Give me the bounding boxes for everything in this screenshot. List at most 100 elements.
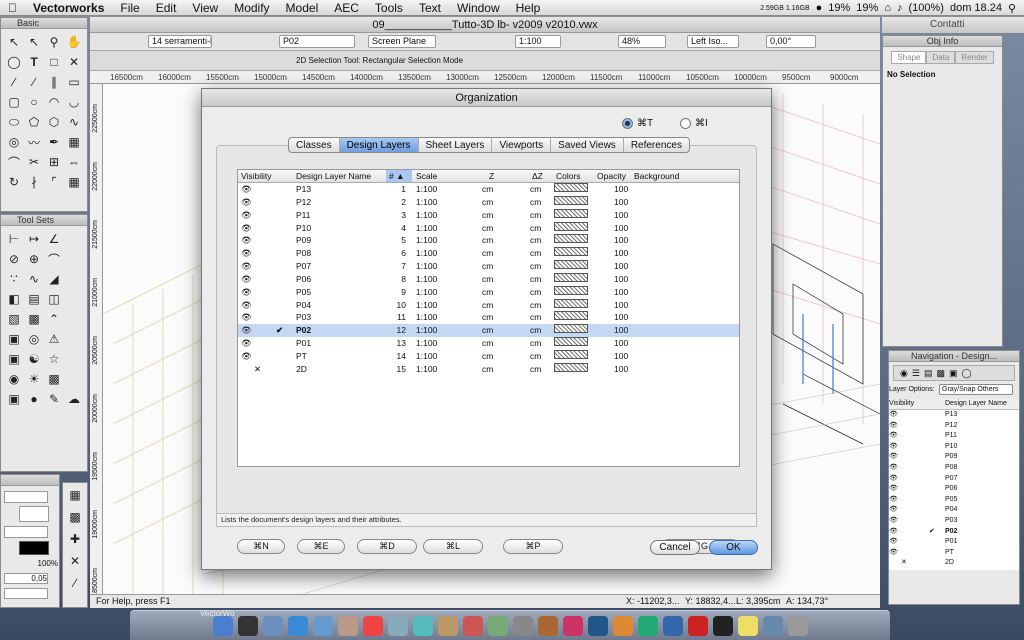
layer-color-swatch[interactable]	[554, 221, 588, 231]
preview-dock-icon[interactable]	[387, 615, 408, 636]
ical-dock-icon[interactable]	[362, 615, 383, 636]
eye-icon[interactable]: 👁	[889, 537, 898, 548]
layer-color-swatch[interactable]	[554, 311, 588, 321]
wifi-icon[interactable]: ⌂	[884, 2, 891, 14]
radial-dimension-icon[interactable]: ⊘	[4, 249, 24, 269]
circle-tool-icon[interactable]: ○	[24, 92, 44, 112]
angle-field[interactable]: 0,00°	[766, 35, 816, 48]
space-icon[interactable]: ▣	[4, 329, 24, 349]
nav-layer-row[interactable]: 👁 P10	[889, 442, 1019, 453]
layer-color-swatch[interactable]	[554, 337, 588, 347]
photo-booth-dock-icon[interactable]	[462, 615, 483, 636]
polygon-tool-icon[interactable]: ⬠	[24, 112, 44, 132]
cancel-button[interactable]: Cancel	[650, 540, 700, 555]
attribute-mapping-icon[interactable]: ▦	[64, 132, 84, 152]
nav-layer-row[interactable]: 👁 P04	[889, 505, 1019, 516]
bridge-dock-icon[interactable]	[537, 615, 558, 636]
eye-icon[interactable]: 👁	[889, 452, 898, 463]
menu-tools[interactable]: Tools	[367, 1, 411, 15]
table-row[interactable]: ✕ 2D 15 1:100 cm cm 100	[238, 362, 739, 376]
connect-icon[interactable]: ⌜	[44, 172, 64, 192]
cloud-icon[interactable]: ☁	[64, 389, 84, 409]
nav-layer-row[interactable]: 👁 P09	[889, 452, 1019, 463]
table-row[interactable]: 👁 P04 10 1:100 cm cm 100	[238, 298, 739, 312]
indesign-dock-icon[interactable]	[562, 615, 583, 636]
split-icon[interactable]: ∤	[24, 172, 44, 192]
ok-button[interactable]: OK	[709, 540, 758, 555]
menu-help[interactable]: Help	[508, 1, 549, 15]
eye-icon[interactable]: 👁	[241, 234, 252, 247]
tab-shape[interactable]: Shape	[891, 51, 927, 64]
opacity-field[interactable]: 100%	[4, 559, 58, 570]
line-tool-icon[interactable]: ∕	[4, 72, 24, 92]
tab-sheet-layers[interactable]: Sheet Layers	[419, 138, 493, 152]
views-tab-icon[interactable]: ▣	[949, 368, 958, 379]
color-shapes-icon[interactable]: ●	[24, 389, 44, 409]
edit-layer-button[interactable]: ⌘E	[297, 539, 345, 554]
eye-icon[interactable]: 👁	[889, 463, 898, 474]
polyline-icon[interactable]: ∿	[64, 112, 84, 132]
scale-field[interactable]: 1:100	[515, 35, 561, 48]
box-3d-icon[interactable]: ▣	[4, 389, 24, 409]
eye-icon[interactable]: 👁	[889, 474, 898, 485]
oval-tool-icon[interactable]: ⬭	[4, 112, 24, 132]
terminal-dock-icon[interactable]	[712, 615, 733, 636]
locus-icon[interactable]: ✕	[64, 52, 84, 72]
camera-icon[interactable]: ▩	[44, 369, 64, 389]
eye-icon[interactable]: 👁	[241, 183, 252, 196]
eye-icon[interactable]: 👁	[241, 196, 252, 209]
eye-icon[interactable]: 👁	[241, 247, 252, 260]
column-icon[interactable]: ◫	[44, 289, 64, 309]
sweep-icon[interactable]: ☯	[24, 349, 44, 369]
spotlight-icon[interactable]: ⚲	[1008, 2, 1016, 15]
vectorworks-dock-icon[interactable]	[662, 615, 683, 636]
quarter-arc-icon[interactable]: ◡	[64, 92, 84, 112]
radio-unselected-icon[interactable]	[680, 118, 691, 129]
layer-color-swatch[interactable]	[554, 298, 588, 308]
acrobat-dock-icon[interactable]	[687, 615, 708, 636]
constrained-line-icon[interactable]: ∕	[24, 72, 44, 92]
eye-icon[interactable]: 👁	[241, 273, 252, 286]
light-icon[interactable]: ☀	[24, 369, 44, 389]
itunes-dock-icon[interactable]	[412, 615, 433, 636]
layer-color-swatch[interactable]	[554, 272, 588, 282]
eye-icon[interactable]: 👁	[241, 324, 252, 337]
tab-data[interactable]: Data	[926, 51, 956, 64]
clip-icon[interactable]: ✂	[24, 152, 44, 172]
arrowhead-select[interactable]	[4, 588, 48, 599]
nav-layer-row[interactable]: 👁 P08	[889, 463, 1019, 474]
freehand-icon[interactable]: 〰	[24, 132, 44, 152]
slab-icon[interactable]: ▩	[24, 309, 44, 329]
paint-icon[interactable]: ✎	[44, 389, 64, 409]
stair-icon[interactable]: ▧	[4, 309, 24, 329]
text-tool-icon[interactable]: T	[24, 52, 44, 72]
center-mark-icon[interactable]: ⊕	[24, 249, 44, 269]
layer-color-swatch[interactable]	[554, 362, 588, 372]
table-row[interactable]: 👁 P01 13 1:100 cm cm 100	[238, 337, 739, 350]
nav-layer-row[interactable]: 👁 P01	[889, 537, 1019, 548]
round-wall-icon[interactable]: ∿	[24, 269, 44, 289]
pan-hand-icon[interactable]: ✋	[64, 32, 84, 52]
selection-tool-icon[interactable]: ↖	[4, 32, 24, 52]
rectangle-tool-icon[interactable]: ▭	[64, 72, 84, 92]
volume-icon[interactable]: ♪	[897, 2, 903, 14]
dreamweaver-dock-icon[interactable]	[637, 615, 658, 636]
menu-modify[interactable]: Modify	[226, 1, 277, 15]
slope-icon[interactable]: ◢	[44, 269, 64, 289]
fillet-icon[interactable]: ⌒	[4, 152, 24, 172]
eye-icon[interactable]: 👁	[889, 421, 898, 432]
menu-aec[interactable]: AEC	[326, 1, 367, 15]
new-layer-button[interactable]: ⌘N	[237, 539, 285, 554]
snap-intersection-icon[interactable]: ✕	[65, 551, 85, 571]
col-dz[interactable]: ΔZ	[532, 170, 543, 182]
eye-icon[interactable]: 👁	[241, 337, 252, 350]
eye-icon[interactable]: 👁	[241, 286, 252, 299]
eye-icon[interactable]: 👁	[889, 516, 898, 527]
callout-icon[interactable]: □	[44, 52, 64, 72]
menu-view[interactable]: View	[184, 1, 226, 15]
nav-layer-row[interactable]: 👁 P11	[889, 431, 1019, 442]
pan-reshape-icon[interactable]: ↖	[24, 32, 44, 52]
snap-angle-icon[interactable]: ✚	[65, 529, 85, 549]
layer-color-swatch[interactable]	[554, 349, 588, 359]
layer-color-swatch[interactable]	[554, 183, 588, 192]
